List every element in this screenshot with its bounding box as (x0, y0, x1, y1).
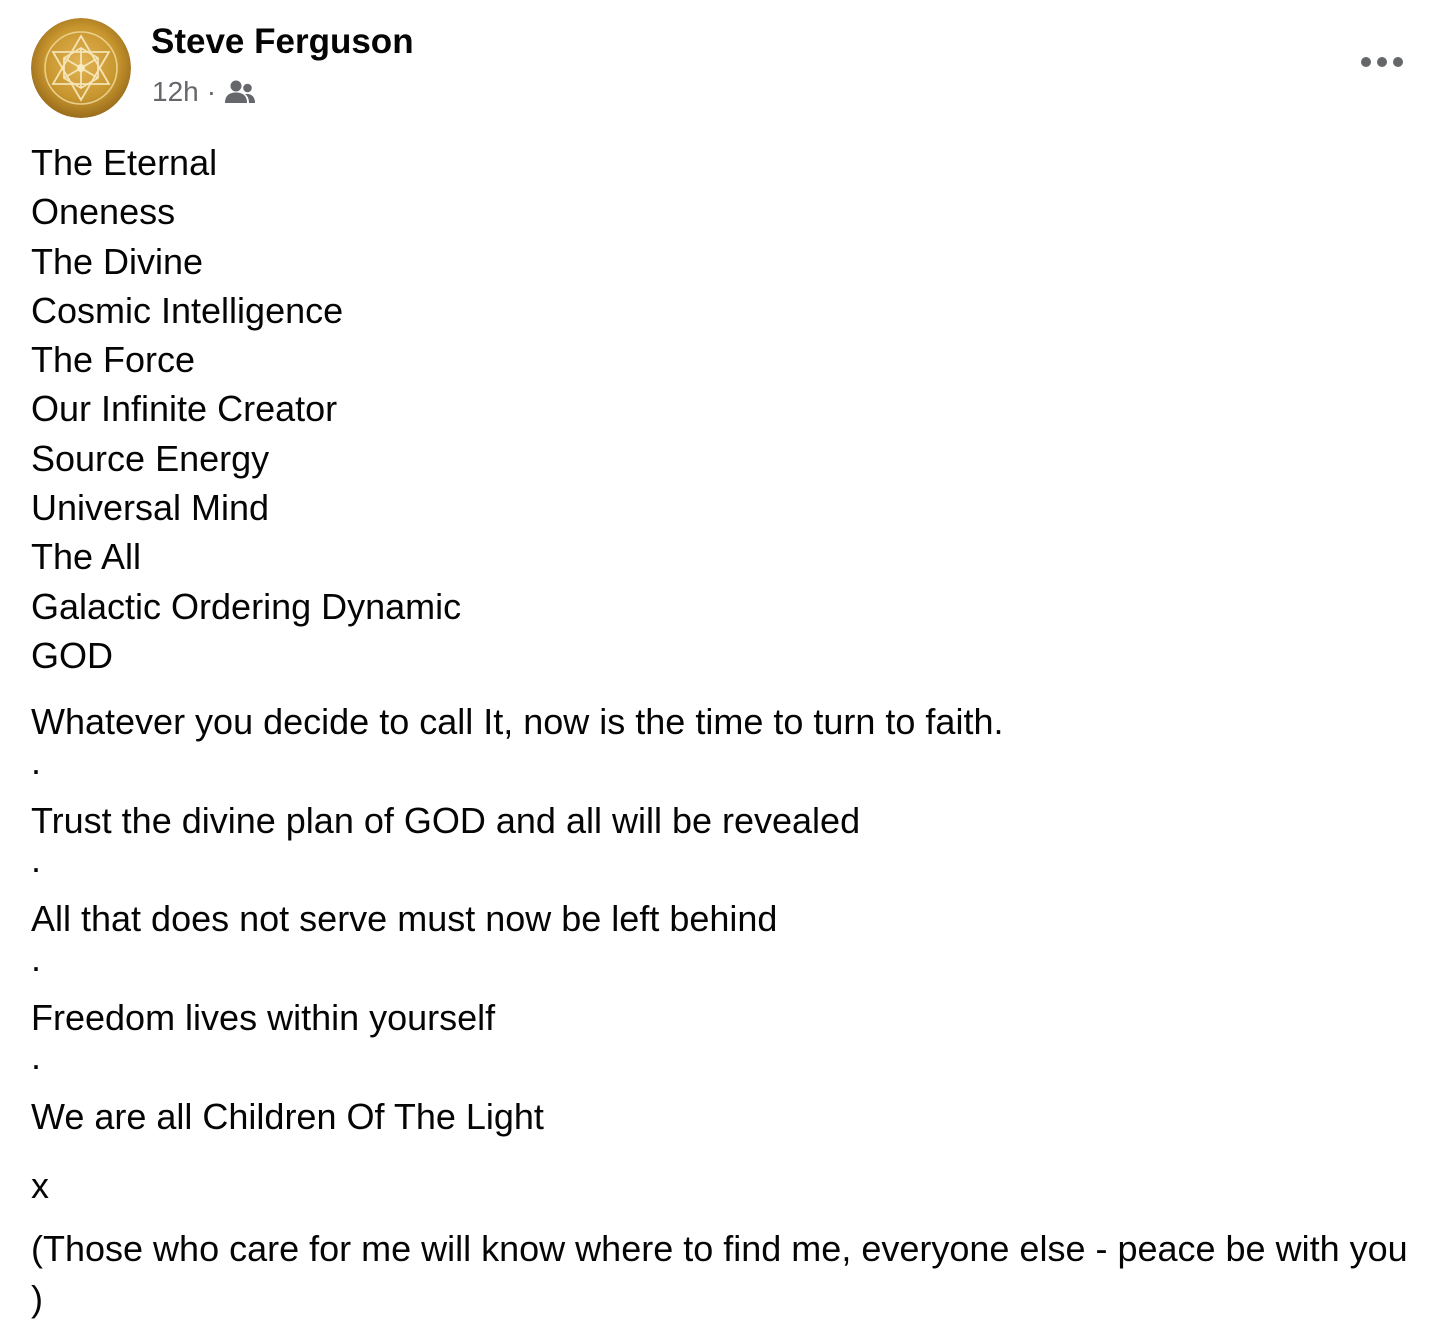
post-line: Source Energy (31, 437, 270, 479)
post-line: Our Infinite Creator (31, 388, 338, 430)
meta-separator: · (206, 76, 217, 107)
post-line: Oneness (31, 191, 176, 233)
post-line: The Divine (31, 240, 204, 282)
dot-separator: . (31, 937, 42, 979)
post-line: Trust the divine plan of GOD and all wil… (31, 799, 861, 841)
sacred-geometry-icon (31, 18, 131, 118)
post-line: The Eternal (31, 142, 218, 183)
post-line: Universal Mind (31, 487, 270, 529)
dot-separator: . (31, 1036, 42, 1078)
post-meta: 12h · (152, 72, 256, 112)
audience-selector[interactable] (224, 79, 256, 105)
sign-off: x (31, 1164, 49, 1206)
post-line: Cosmic Intelligence (31, 289, 344, 331)
post-line: GOD (31, 634, 114, 676)
post-line: Galactic Ordering Dynamic (31, 585, 462, 627)
friends-icon (225, 80, 256, 103)
post-line: The All (31, 536, 142, 578)
post-body: The Eternal Oneness The Divine Cosmic In… (31, 138, 1421, 1324)
post-line: We are all Children Of The Light (31, 1095, 544, 1137)
more-options-button[interactable] (1352, 40, 1412, 84)
more-horizontal-icon (1361, 57, 1403, 67)
closing-line: (Those who care for me will know where t… (31, 1228, 1408, 1320)
post-line: All that does not serve must now be left… (31, 898, 778, 940)
post-line: Whatever you decide to call It, now is t… (31, 701, 1004, 743)
dot-separator: . (31, 740, 42, 782)
post-line: The Force (31, 339, 196, 381)
avatar[interactable] (31, 18, 131, 118)
post-line: Freedom lives within yourself (31, 997, 496, 1039)
post-timestamp[interactable]: 12h (152, 76, 199, 108)
dot-separator: . (31, 839, 42, 881)
feed-post: Steve Ferguson 12h · The Eternal Oneness… (0, 0, 1456, 1344)
author-name[interactable]: Steve Ferguson (151, 20, 414, 64)
